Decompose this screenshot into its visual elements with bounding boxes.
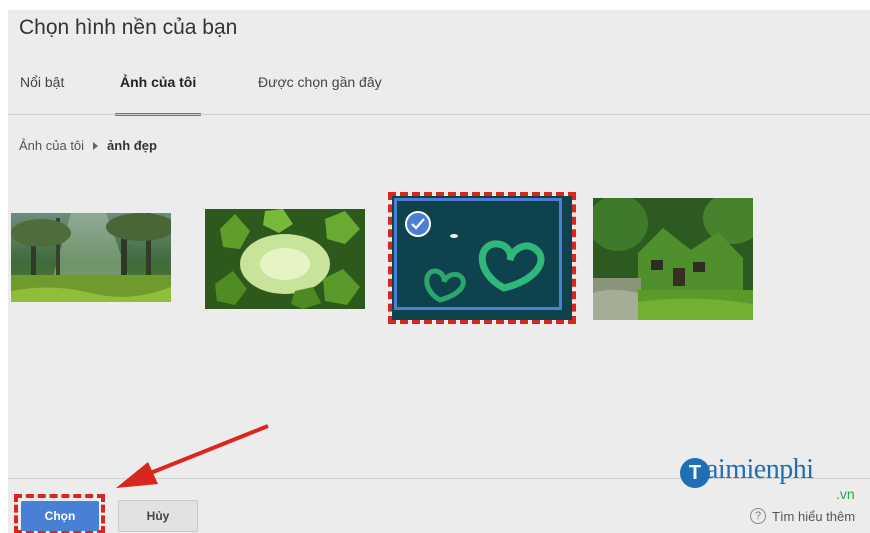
- wallpaper-thumbnail-forest[interactable]: [11, 213, 171, 302]
- breadcrumb: Ảnh của tôi ảnh đẹp: [19, 138, 157, 153]
- check-icon: [405, 211, 431, 237]
- tab-featured[interactable]: Nổi bật: [20, 74, 64, 114]
- tab-my-photos[interactable]: Ảnh của tôi: [115, 74, 202, 116]
- annotation-arrow-icon: [116, 424, 269, 488]
- watermark-logo: T aimienphi .vn: [680, 450, 870, 510]
- breadcrumb-root[interactable]: Ảnh của tôi: [19, 138, 84, 153]
- question-circle-icon: ?: [750, 508, 766, 524]
- watermark-name: aimienphi: [706, 454, 814, 485]
- tab-label: Ảnh của tôi: [120, 74, 197, 90]
- cottage-image: [593, 198, 753, 320]
- tab-recent[interactable]: Được chọn gần đây: [258, 74, 382, 114]
- breadcrumb-current: ảnh đẹp: [107, 138, 157, 153]
- tab-label: Được chọn gần đây: [258, 74, 382, 90]
- tabs-divider: [8, 114, 870, 115]
- learn-more-link[interactable]: ? Tìm hiểu thêm: [750, 508, 855, 524]
- dialog-title: Chọn hình nền của bạn: [19, 16, 238, 39]
- tab-bar: Nổi bật Ảnh của tôi Được chọn gần đây: [8, 68, 870, 116]
- wallpaper-dialog: Chọn hình nền của bạn Nổi bật Ảnh của tô…: [8, 10, 870, 533]
- forest-image: [11, 213, 171, 302]
- learn-more-label: Tìm hiểu thêm: [772, 508, 856, 524]
- wallpaper-thumbnail-cottage[interactable]: [593, 198, 753, 320]
- watermark-tld: .vn: [836, 486, 855, 502]
- tab-label: Nổi bật: [20, 74, 65, 90]
- triangle-right-icon: [93, 141, 99, 150]
- leaves-image: [205, 209, 365, 309]
- wallpaper-thumbnail-leaves[interactable]: [205, 209, 365, 309]
- cancel-button[interactable]: Hủy: [118, 500, 198, 532]
- select-button[interactable]: Chọn: [21, 501, 99, 531]
